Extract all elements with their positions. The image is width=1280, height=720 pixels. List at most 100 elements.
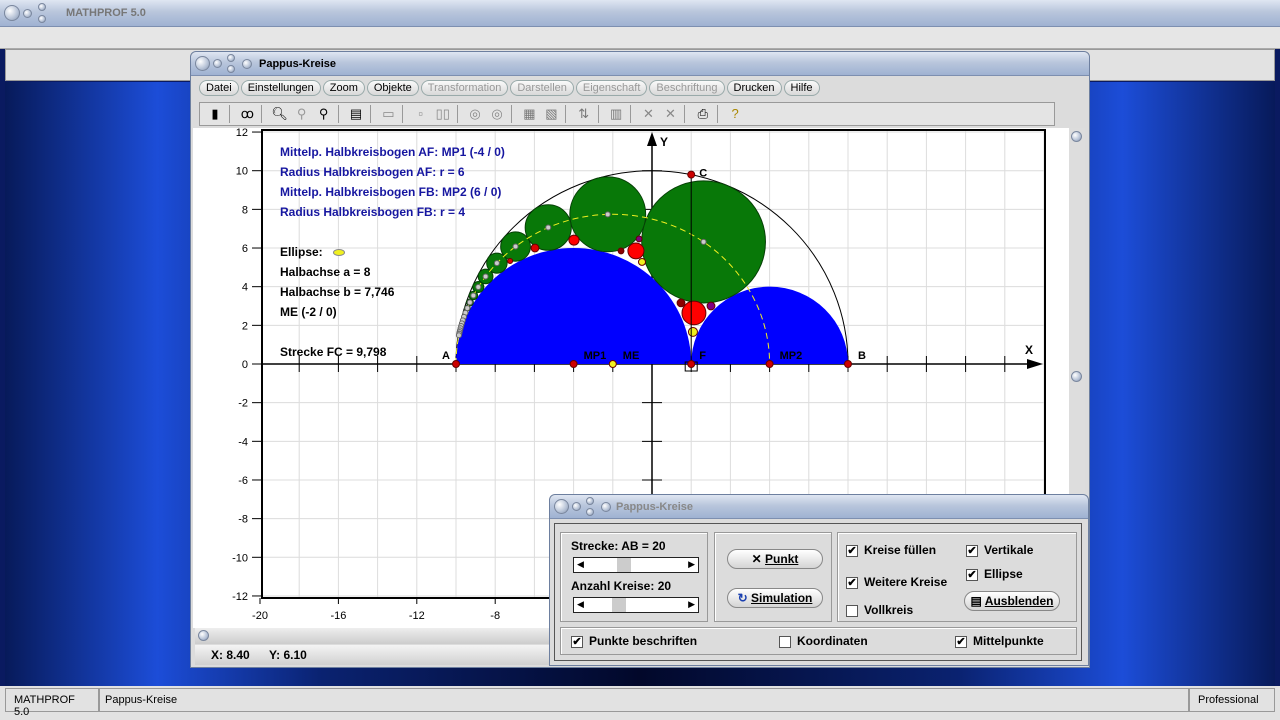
checkbox[interactable] bbox=[846, 604, 858, 617]
app-window-button-3[interactable] bbox=[38, 3, 46, 11]
checkbox[interactable]: ✔ bbox=[571, 635, 583, 648]
statusbar: MATHPROF 5.0 Pappus-Kreise Professional bbox=[0, 686, 1280, 720]
strecke-slider-thumb[interactable] bbox=[616, 558, 631, 572]
window-icon[interactable]: ▮ bbox=[205, 105, 225, 123]
app-window-button-1[interactable] bbox=[4, 5, 20, 21]
menu-objekte[interactable]: Objekte bbox=[366, 80, 419, 96]
window-titlebar: Pappus-Kreise bbox=[191, 52, 1089, 76]
info-fc: Strecke FC = 9,798 bbox=[280, 345, 387, 359]
menu-beschriftung[interactable]: Beschriftung bbox=[649, 80, 725, 96]
menu-hilfe[interactable]: Hilfe bbox=[783, 80, 820, 96]
punkt-button[interactable]: ✕ Punkt bbox=[727, 549, 823, 569]
app-title: MATHPROF 5.0 bbox=[66, 7, 146, 19]
menu-transformation[interactable]: Transformation bbox=[420, 80, 509, 96]
dialog-button-1[interactable] bbox=[554, 499, 569, 514]
zoom-out-icon[interactable]: 🔍︎ bbox=[270, 105, 290, 123]
bottom-options: ✔ Punkte beschriften Koordinaten ✔ Mittelp… bbox=[560, 627, 1077, 655]
status-app: MATHPROF 5.0 bbox=[5, 688, 99, 718]
menu-drucken[interactable]: Drucken bbox=[726, 80, 782, 96]
app-menubar bbox=[0, 27, 1280, 49]
menu-datei[interactable]: Datei bbox=[199, 80, 239, 96]
menu-zoom[interactable]: Zoom bbox=[322, 80, 365, 96]
menu-einstellungen[interactable]: Einstellungen bbox=[240, 80, 321, 96]
checkbox[interactable]: ✔ bbox=[846, 544, 858, 557]
dialog-button-2[interactable] bbox=[572, 502, 581, 511]
dialog-title: Pappus-Kreise bbox=[616, 501, 694, 513]
hscroll-thumb[interactable] bbox=[198, 630, 209, 641]
menu-darstellen[interactable]: Darstellen bbox=[510, 80, 574, 96]
strecke-slider[interactable]: ◀ ▶ bbox=[573, 557, 699, 573]
strecke-label: Strecke: AB = 20 bbox=[571, 539, 666, 553]
zoom-reset-icon[interactable]: ⚲ bbox=[292, 105, 312, 123]
checkbox[interactable]: ✔ bbox=[966, 568, 978, 581]
glasses-icon[interactable]: ꝏ bbox=[237, 105, 257, 123]
vollkreis-checkbox[interactable]: Vollkreis bbox=[846, 603, 913, 617]
checkbox[interactable] bbox=[779, 635, 791, 648]
checkbox[interactable]: ✔ bbox=[846, 576, 858, 589]
anzahl-slider[interactable]: ◀ ▶ bbox=[573, 597, 699, 613]
ellipse-checkbox[interactable]: ✔ Ellipse bbox=[966, 567, 1023, 581]
refresh-icon: ↻ bbox=[737, 591, 748, 605]
checkbox[interactable]: ✔ bbox=[955, 635, 967, 648]
app-window-button-2[interactable] bbox=[23, 9, 32, 18]
anzahl-label: Anzahl Kreise: 20 bbox=[571, 579, 672, 593]
menu-eigenschaft[interactable]: Eigenschaft bbox=[575, 80, 648, 96]
info-mp2: Mittelp. Halbkreisbogen FB: MP2 (6 / 0) bbox=[280, 185, 502, 199]
status-doc: Pappus-Kreise bbox=[99, 688, 1189, 712]
table-icon[interactable]: ▦ bbox=[519, 105, 539, 123]
info-r2: Radius Halbkreisbogen FB: r = 4 bbox=[280, 205, 466, 219]
print-icon[interactable]: ⎙ bbox=[693, 105, 713, 123]
vscroll-thumb[interactable] bbox=[1071, 371, 1082, 382]
info-r1: Radius Halbkreisbogen AF: r = 6 bbox=[280, 165, 465, 179]
window-button-4[interactable] bbox=[227, 65, 235, 73]
info-me: ME (-2 / 0) bbox=[280, 305, 337, 319]
punkte-beschriften-checkbox[interactable]: ✔ Punkte beschriften bbox=[571, 634, 697, 648]
vertikale-checkbox[interactable]: ✔ Vertikale bbox=[966, 543, 1033, 557]
kreise-fuellen-checkbox[interactable]: ✔ Kreise füllen bbox=[846, 543, 936, 557]
circle1-icon[interactable]: ◎ bbox=[465, 105, 485, 123]
hide-icon: ▤ bbox=[970, 594, 982, 608]
slider-panel: Strecke: AB = 20 ◀ ▶ Anzahl Kreise: 20 ◀ ▶ bbox=[560, 532, 708, 622]
window-button-1[interactable] bbox=[195, 56, 210, 71]
circle2-icon[interactable]: ◎ bbox=[487, 105, 507, 123]
info-a: Halbachse a = 8 bbox=[280, 265, 371, 279]
info-mp1: Mittelp. Halbkreisbogen AF: MP1 (-4 / 0) bbox=[280, 145, 505, 159]
vscroll-top-thumb[interactable] bbox=[1071, 131, 1082, 142]
properties-icon[interactable]: ▤ bbox=[346, 105, 366, 123]
copy-icon[interactable]: ▥ bbox=[606, 105, 626, 123]
koordinaten-checkbox[interactable]: Koordinaten bbox=[779, 634, 868, 648]
frame-icon[interactable]: ▫ bbox=[411, 105, 431, 123]
mittelpunkte-checkbox[interactable]: ✔ Mittelpunkte bbox=[955, 634, 1044, 648]
weitere-kreise-checkbox[interactable]: ✔ Weitere Kreise bbox=[846, 575, 947, 589]
cross2-icon[interactable]: ✕ bbox=[660, 105, 680, 123]
button-panel: ✕ Punkt ↻ Simulation bbox=[714, 532, 832, 622]
zoom-in-icon[interactable]: ⚲ bbox=[314, 105, 334, 123]
ellipse-label: Ellipse: bbox=[280, 245, 323, 259]
options-panel: ✔ Kreise füllen ✔ Weitere Kreise Vollkreis… bbox=[837, 532, 1077, 622]
cross1-icon[interactable]: ✕ bbox=[638, 105, 658, 123]
window-toolbar: ▮ ꝏ 🔍︎ ⚲ ⚲ ▤ ▭ ▫ ▯▯ ◎ ◎ ▦ ▧ ⇅ ▥ ✕ ✕ ⎙ ? bbox=[199, 102, 1055, 126]
cross-icon: ✕ bbox=[751, 552, 762, 566]
help-icon[interactable]: ? bbox=[725, 105, 745, 123]
double-frame-icon[interactable]: ▯▯ bbox=[433, 105, 453, 123]
layout-icon[interactable]: ▭ bbox=[378, 105, 398, 123]
control-dialog: Pappus-Kreise Strecke: AB = 20 ◀ ▶ Anzahl… bbox=[549, 494, 1089, 666]
window-button-2[interactable] bbox=[213, 59, 222, 68]
window-menu: Datei Einstellungen Zoom Objekte Transformat… bbox=[199, 80, 1079, 96]
app-window-button-4[interactable] bbox=[38, 15, 46, 23]
info-text: Mittelp. Halbkreisbogen AF: MP1 (-4 / 0)… bbox=[280, 142, 505, 362]
dialog-titlebar: Pappus-Kreise bbox=[550, 495, 1088, 519]
window-title: Pappus-Kreise bbox=[259, 58, 337, 70]
checkbox[interactable]: ✔ bbox=[966, 544, 978, 557]
window-button-5[interactable] bbox=[242, 59, 252, 69]
dialog-button-5[interactable] bbox=[601, 502, 611, 512]
dialog-button-4[interactable] bbox=[586, 508, 594, 516]
export-icon[interactable]: ⇅ bbox=[574, 105, 594, 123]
dialog-button-3[interactable] bbox=[586, 497, 594, 505]
anzahl-slider-thumb[interactable] bbox=[612, 598, 626, 612]
window-button-3[interactable] bbox=[227, 54, 235, 62]
simulation-button[interactable]: ↻ Simulation bbox=[727, 588, 823, 608]
info-b: Halbachse b = 7,746 bbox=[280, 285, 395, 299]
ausblenden-button[interactable]: ▤ Ausblenden bbox=[964, 591, 1060, 611]
chart-icon[interactable]: ▧ bbox=[541, 105, 561, 123]
